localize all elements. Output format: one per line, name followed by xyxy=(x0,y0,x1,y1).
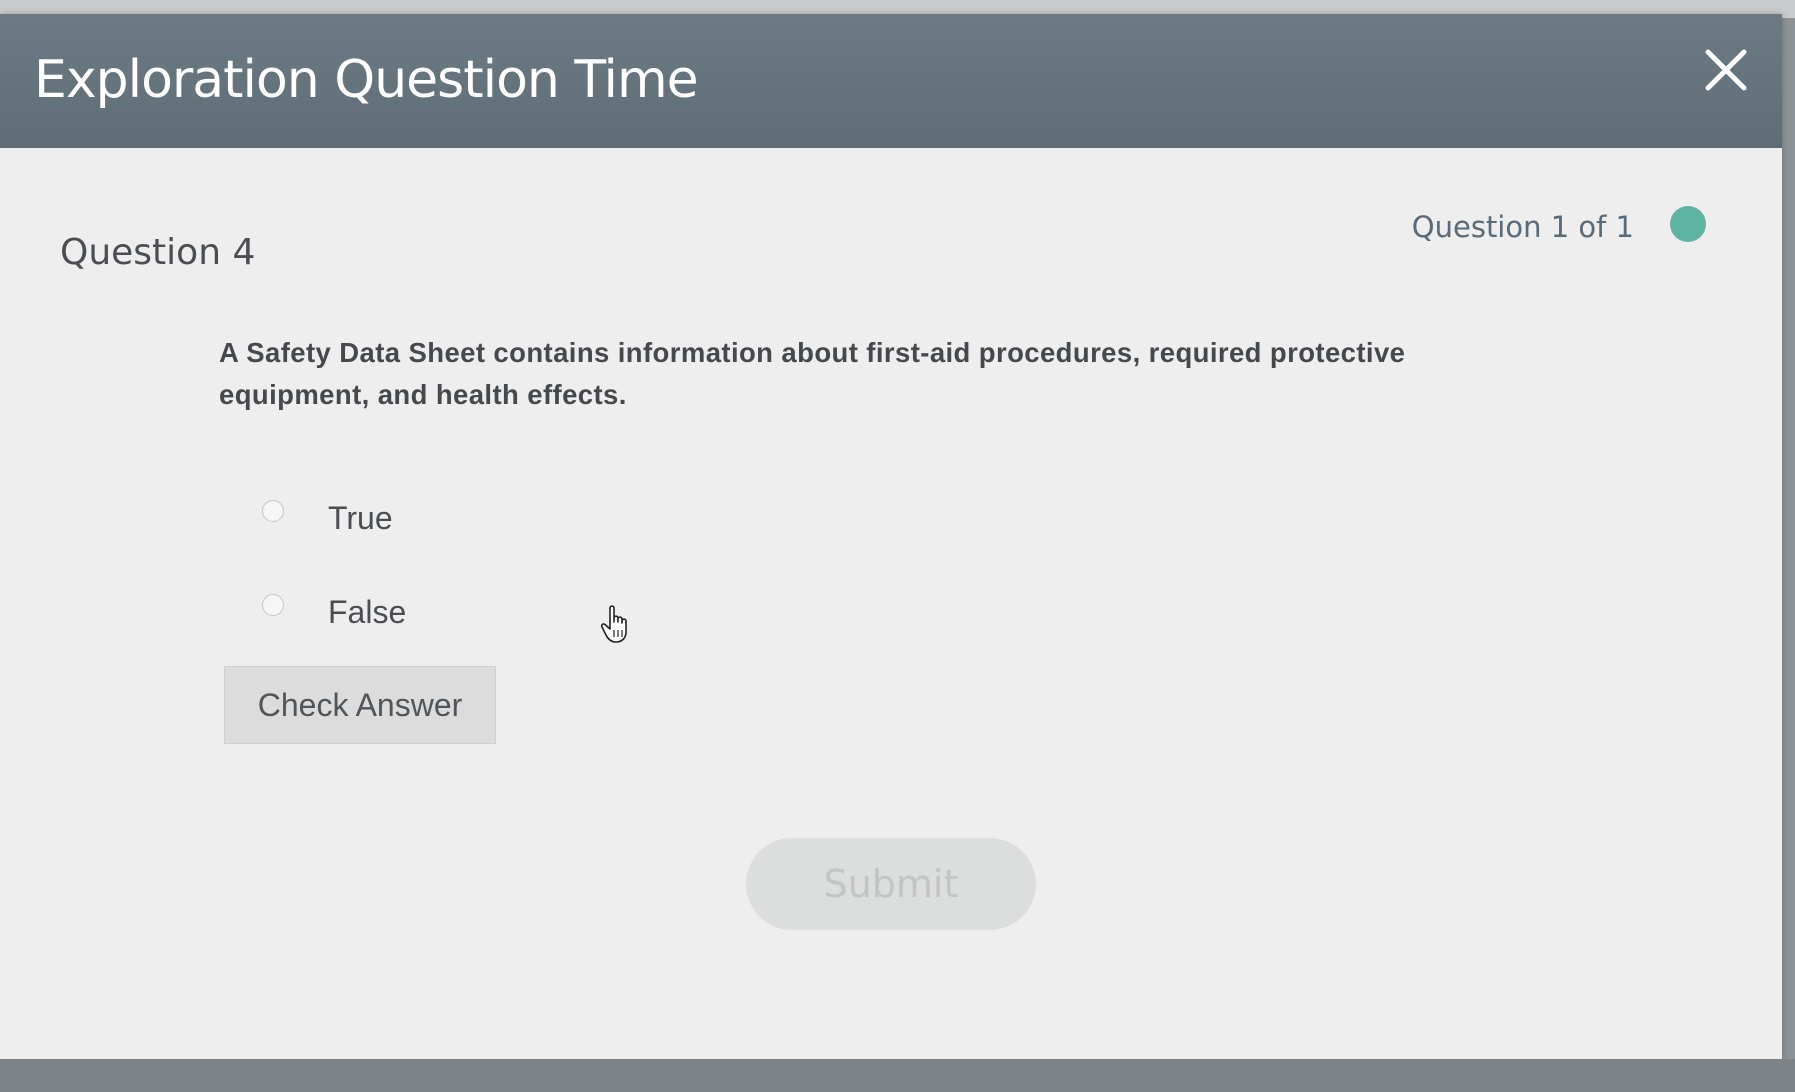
option-true[interactable]: True xyxy=(262,484,393,537)
option-false[interactable]: False xyxy=(262,578,406,631)
modal-title: Exploration Question Time xyxy=(34,50,699,110)
submit-button[interactable]: Submit xyxy=(746,838,1036,930)
option-true-label: True xyxy=(328,500,393,536)
modal-header: Exploration Question Time xyxy=(0,14,1782,148)
check-answer-button[interactable]: Check Answer xyxy=(224,666,496,744)
radio-false[interactable] xyxy=(262,593,284,616)
question-text: A Safety Data Sheet contains information… xyxy=(219,337,1406,410)
option-false-label: False xyxy=(328,594,407,630)
background-window-bottom xyxy=(0,1059,1795,1092)
close-button[interactable] xyxy=(1696,40,1756,100)
question-counter: Question 1 of 1 xyxy=(1411,210,1634,244)
radio-true[interactable] xyxy=(262,499,284,522)
close-icon xyxy=(1705,49,1747,91)
hand-pointer-icon xyxy=(600,605,627,643)
exploration-question-modal: Exploration Question Time Question 4 Que… xyxy=(0,14,1782,1059)
question-heading: Question 4 xyxy=(60,232,256,273)
question-status-indicator xyxy=(1670,206,1706,242)
